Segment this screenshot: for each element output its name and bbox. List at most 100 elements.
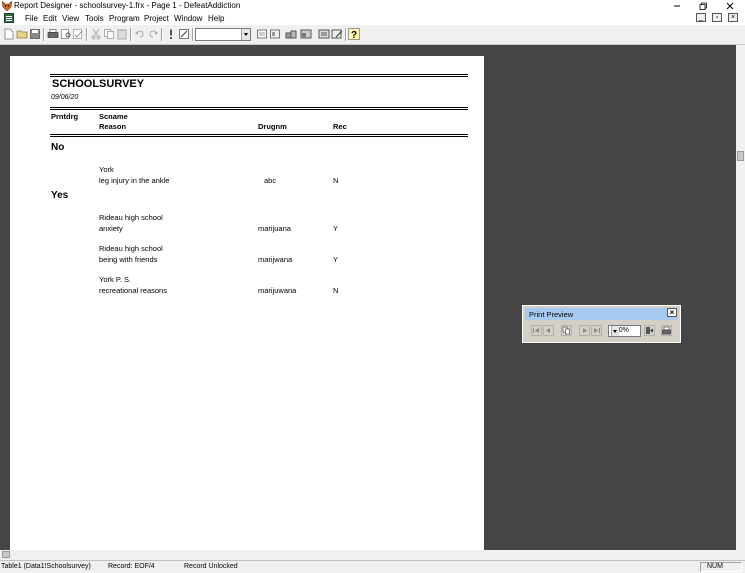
- header-scname: Scname: [99, 112, 128, 121]
- horizontal-scrollbar[interactable]: [0, 550, 736, 559]
- form-design-icon: [179, 29, 189, 39]
- header-drugnm: Drugnm: [258, 122, 287, 131]
- row-scname: York P. S.: [99, 275, 132, 284]
- open-folder-icon: [16, 30, 28, 39]
- cut-button[interactable]: [90, 28, 102, 40]
- vertical-scrollbar[interactable]: [736, 45, 745, 550]
- row-drugnm: abc: [264, 176, 277, 185]
- window-title: Report Designer - schoolsurvey-1.frx - P…: [14, 1, 241, 10]
- row-drugnm: marijuwana: [258, 286, 297, 295]
- title-bar: Report Designer - schoolsurvey-1.frx - P…: [0, 0, 745, 12]
- status-bar: Table1 (Data1!Schoolsurvey) Record: EOF/…: [0, 560, 745, 573]
- menu-edit[interactable]: Edit: [43, 14, 57, 23]
- print-preview-button[interactable]: [60, 28, 72, 40]
- standard-toolbar: ?: [0, 25, 745, 45]
- close-button[interactable]: [719, 0, 741, 12]
- group-label: No: [51, 142, 65, 153]
- undo-icon: [135, 30, 144, 38]
- menu-help[interactable]: Help: [208, 14, 224, 23]
- previous-page-icon: [546, 328, 550, 333]
- menu-file[interactable]: File: [25, 14, 38, 23]
- save-button[interactable]: [29, 28, 41, 40]
- print-preview-toolbar: Print Preview × 100%: [522, 305, 681, 343]
- document-window-icon[interactable]: [4, 13, 14, 23]
- spelling-button[interactable]: [72, 28, 84, 40]
- row-rec: N: [333, 286, 339, 295]
- title-rule-top: [50, 74, 468, 75]
- header-rule-bottom-2: [50, 136, 468, 137]
- fox-app-icon: [2, 1, 12, 11]
- status-table: Table1 (Data1!Schoolsurvey): [1, 563, 91, 570]
- menu-view[interactable]: View: [62, 14, 79, 23]
- mdi-minimize-button[interactable]: _: [696, 13, 706, 22]
- row-rec: Y: [333, 224, 339, 233]
- status-lock: Record Unlocked: [184, 563, 238, 570]
- print-preview-close-button[interactable]: ×: [667, 308, 677, 317]
- scroll-thumb[interactable]: [2, 551, 10, 558]
- command-window-icon: [257, 29, 267, 39]
- chevron-down-icon[interactable]: [241, 29, 250, 40]
- undo-button[interactable]: [134, 28, 146, 40]
- scroll-thumb[interactable]: [737, 151, 744, 161]
- minimize-button[interactable]: [666, 0, 688, 12]
- printer-icon: [47, 29, 59, 38]
- previous-page-button[interactable]: [543, 325, 554, 336]
- menu-tools[interactable]: Tools: [85, 14, 104, 23]
- restore-button[interactable]: [692, 0, 714, 12]
- code-references-button[interactable]: [331, 28, 343, 40]
- form-icon: [300, 29, 312, 39]
- menu-window[interactable]: Window: [174, 14, 202, 23]
- row-reason: being with friends: [99, 255, 158, 264]
- report-page: SCHOOLSURVEY 09/06/20 Prntdrg Scname Rea…: [10, 56, 484, 550]
- paste-button[interactable]: [116, 28, 128, 40]
- header-rule-top-2: [50, 109, 468, 110]
- preview-workspace: SCHOOLSURVEY 09/06/20 Prntdrg Scname Rea…: [0, 45, 736, 550]
- open-button[interactable]: [16, 28, 28, 40]
- database-designer-button[interactable]: [285, 28, 297, 40]
- toolbar-separator: [192, 28, 194, 41]
- zoom-page-button[interactable]: [561, 325, 572, 336]
- menu-program[interactable]: Program: [109, 14, 140, 23]
- report-designer-button[interactable]: [318, 28, 330, 40]
- row-rec: Y: [333, 255, 339, 264]
- preview-print-button[interactable]: [661, 325, 672, 336]
- menu-project[interactable]: Project: [144, 14, 169, 23]
- printer-icon: [662, 326, 671, 335]
- last-page-button[interactable]: [591, 325, 602, 336]
- chevron-down-icon[interactable]: [611, 326, 619, 336]
- row-reason: recreational reasons: [99, 286, 167, 295]
- zoom-select[interactable]: 100%: [608, 325, 641, 337]
- next-page-button[interactable]: [579, 325, 590, 336]
- database-icon: [285, 30, 297, 39]
- toolbar-separator: [161, 28, 163, 41]
- form-designer-button[interactable]: [300, 28, 312, 40]
- redo-button[interactable]: [147, 28, 159, 40]
- preview-icon: [61, 29, 71, 39]
- status-record: Record: EOF/4: [108, 563, 155, 570]
- references-icon: [331, 29, 343, 39]
- mdi-close-button[interactable]: ×: [728, 13, 738, 22]
- copy-button[interactable]: [103, 28, 115, 40]
- modify-form-button[interactable]: [178, 28, 190, 40]
- cut-icon: [91, 28, 101, 40]
- database-combo[interactable]: [195, 28, 251, 41]
- report-title: SCHOOLSURVEY: [52, 78, 145, 90]
- command-window-button[interactable]: [256, 28, 268, 40]
- header-rule-bottom: [50, 134, 468, 135]
- new-button[interactable]: [3, 28, 15, 40]
- toolbar-separator: [43, 28, 45, 41]
- close-preview-button[interactable]: [644, 325, 655, 336]
- print-button[interactable]: [47, 28, 59, 40]
- mdi-restore-button[interactable]: ▫: [712, 13, 722, 22]
- print-preview-titlebar[interactable]: Print Preview: [525, 308, 678, 320]
- row-scname: Rideau high school: [99, 244, 163, 253]
- report-date: 09/06/20: [51, 94, 79, 101]
- view-window-button[interactable]: [269, 28, 281, 40]
- first-page-button[interactable]: [531, 325, 542, 336]
- toolbar-separator: [130, 28, 132, 41]
- copy-icon: [104, 29, 114, 39]
- header-reason: Reason: [99, 122, 127, 131]
- help-button[interactable]: ?: [348, 28, 360, 40]
- run-button[interactable]: [165, 28, 177, 40]
- zoom-page-icon: [562, 326, 570, 335]
